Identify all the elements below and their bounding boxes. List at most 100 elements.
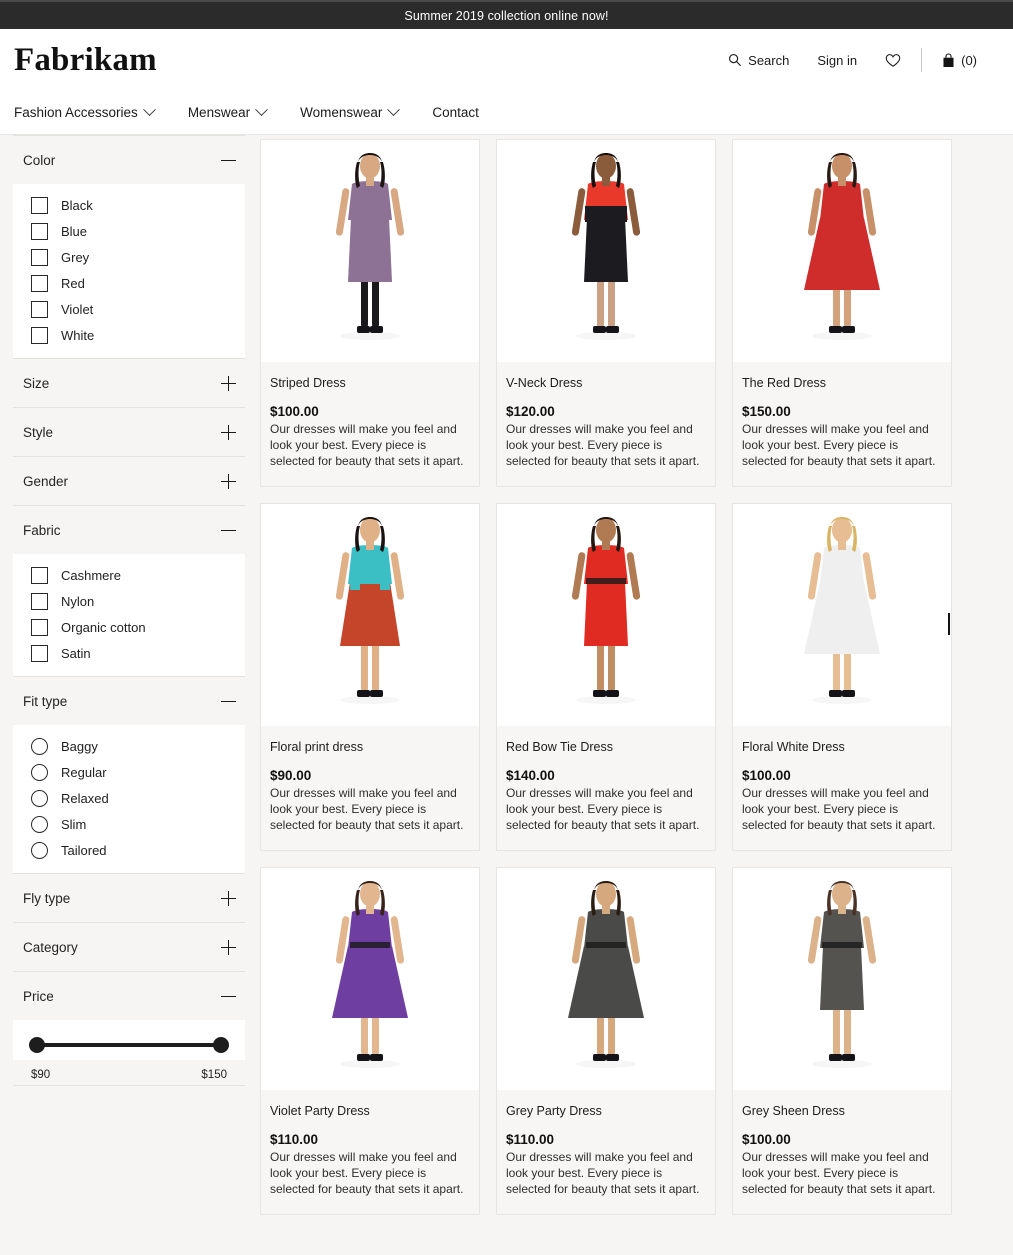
product-card[interactable]: The Red Dress$150.00Our dresses will mak… — [732, 139, 952, 487]
filter-option-label: Regular — [61, 765, 107, 780]
nav-item-womenswear[interactable]: Womenswear — [300, 97, 414, 128]
filter-toggle-style[interactable]: Style — [13, 408, 245, 456]
checkbox[interactable] — [31, 301, 48, 318]
product-description: Our dresses will make you feel and look … — [742, 1150, 942, 1198]
product-card[interactable]: Striped Dress$100.00Our dresses will mak… — [260, 139, 480, 487]
product-card[interactable]: Red Bow Tie Dress$140.00Our dresses will… — [496, 503, 716, 851]
filter-section-fit-type: Fit type Baggy Regular Relaxed SlimTailored — [13, 677, 245, 874]
product-image[interactable] — [497, 868, 715, 1090]
nav-item-menswear[interactable]: Menswear — [188, 97, 282, 128]
plus-icon — [221, 940, 236, 955]
wishlist-button[interactable] — [871, 47, 915, 74]
checkbox[interactable] — [31, 619, 48, 636]
filter-toggle-fabric[interactable]: Fabric — [13, 506, 245, 554]
chevron-down-icon — [388, 103, 401, 116]
radio-button[interactable] — [31, 816, 48, 833]
signin-button[interactable]: Sign in — [803, 47, 871, 74]
product-info: Violet Party Dress$110.00Our dresses wil… — [261, 1090, 479, 1214]
product-image[interactable] — [733, 868, 951, 1090]
filter-option-label: Nylon — [61, 594, 94, 609]
product-image[interactable] — [497, 504, 715, 726]
filter-option-satin[interactable]: Satin — [13, 640, 245, 666]
filter-option-label: Red — [61, 276, 85, 291]
checkbox[interactable] — [31, 223, 48, 240]
product-card[interactable]: Violet Party Dress$110.00Our dresses wil… — [260, 867, 480, 1215]
product-image[interactable] — [261, 140, 479, 362]
filter-section-title: Style — [23, 425, 53, 440]
product-image[interactable] — [733, 504, 951, 726]
nav-item-fashion-accessories[interactable]: Fashion Accessories — [14, 97, 170, 128]
nav-item-label: Fashion Accessories — [14, 105, 138, 120]
filter-toggle-color[interactable]: Color — [13, 136, 245, 184]
brand-logo[interactable]: Fabrikam — [14, 44, 157, 77]
filter-toggle-size[interactable]: Size — [13, 359, 245, 407]
product-info: Grey Sheen Dress$100.00Our dresses will … — [733, 1090, 951, 1214]
checkbox[interactable] — [31, 645, 48, 662]
plus-icon — [221, 891, 236, 906]
filter-section-title: Fly type — [23, 891, 70, 906]
filter-option-relaxed[interactable]: Relaxed — [13, 785, 245, 811]
product-name: The Red Dress — [742, 376, 942, 391]
filter-section-fly-type: Fly type — [13, 874, 245, 923]
slider-handle-min[interactable] — [29, 1037, 45, 1053]
filter-option-baggy[interactable]: Baggy — [13, 733, 245, 759]
product-card[interactable]: Floral White Dress$100.00Our dresses wil… — [732, 503, 952, 851]
filter-option-tailored[interactable]: Tailored — [13, 837, 245, 863]
filter-option-label: Relaxed — [61, 791, 109, 806]
checkbox[interactable] — [31, 567, 48, 584]
product-image[interactable] — [261, 504, 479, 726]
filter-toggle-fly-type[interactable]: Fly type — [13, 874, 245, 922]
nav-item-contact[interactable]: Contact — [432, 97, 495, 128]
checkbox[interactable] — [31, 249, 48, 266]
filter-option-violet[interactable]: Violet — [13, 296, 245, 322]
filter-option-cashmere[interactable]: Cashmere — [13, 562, 245, 588]
filter-option-white[interactable]: White — [13, 322, 245, 348]
filter-toggle-gender[interactable]: Gender — [13, 457, 245, 505]
filter-option-regular[interactable]: Regular — [13, 759, 245, 785]
cart-button[interactable]: (0) — [928, 47, 991, 74]
filter-toggle-fit-type[interactable]: Fit type — [13, 677, 245, 725]
filter-option-red[interactable]: Red — [13, 270, 245, 296]
radio-button[interactable] — [31, 764, 48, 781]
product-image[interactable] — [497, 140, 715, 362]
radio-button[interactable] — [31, 738, 48, 755]
radio-button[interactable] — [31, 842, 48, 859]
filter-option-label: Grey — [61, 250, 89, 265]
radio-button[interactable] — [31, 790, 48, 807]
product-listing: Striped Dress$100.00Our dresses will mak… — [258, 135, 1013, 1255]
price-min-label: $90 — [31, 1069, 50, 1081]
page-body: Color BlackBlue Grey Red Violet White Size Styl… — [0, 135, 1013, 1255]
slider-handle-max[interactable] — [213, 1037, 229, 1053]
checkbox[interactable] — [31, 275, 48, 292]
filter-toggle-category[interactable]: Category — [13, 923, 245, 971]
price-range-slider[interactable] — [31, 1036, 227, 1054]
search-button[interactable]: Search — [714, 47, 803, 74]
filter-option-organic-cotton[interactable]: Organic cotton — [13, 614, 245, 640]
filter-option-nylon[interactable]: Nylon — [13, 588, 245, 614]
product-info: Floral print dress$90.00Our dresses will… — [261, 726, 479, 850]
product-card[interactable]: Grey Party Dress$110.00Our dresses will … — [496, 867, 716, 1215]
heart-icon — [885, 53, 901, 68]
filter-option-black[interactable]: Black — [13, 192, 245, 218]
header-divider — [921, 48, 922, 72]
product-card[interactable]: V-Neck Dress$120.00Our dresses will make… — [496, 139, 716, 487]
nav-item-label: Menswear — [188, 105, 250, 120]
checkbox[interactable] — [31, 593, 48, 610]
product-price: $120.00 — [506, 404, 706, 419]
filter-option-grey[interactable]: Grey — [13, 244, 245, 270]
signin-label: Sign in — [817, 53, 857, 68]
product-card[interactable]: Grey Sheen Dress$100.00Our dresses will … — [732, 867, 952, 1215]
filter-option-slim[interactable]: Slim — [13, 811, 245, 837]
filter-option-blue[interactable]: Blue — [13, 218, 245, 244]
product-card[interactable]: Floral print dress$90.00Our dresses will… — [260, 503, 480, 851]
filter-toggle-price[interactable]: Price — [13, 972, 245, 1020]
search-icon — [728, 53, 742, 67]
filter-option-label: White — [61, 328, 94, 343]
checkbox[interactable] — [31, 197, 48, 214]
product-image[interactable] — [733, 140, 951, 362]
checkbox[interactable] — [31, 327, 48, 344]
header-actions: Search Sign in (0) — [714, 47, 991, 74]
price-slider-panel — [13, 1020, 245, 1060]
chevron-down-icon — [255, 103, 268, 116]
product-image[interactable] — [261, 868, 479, 1090]
